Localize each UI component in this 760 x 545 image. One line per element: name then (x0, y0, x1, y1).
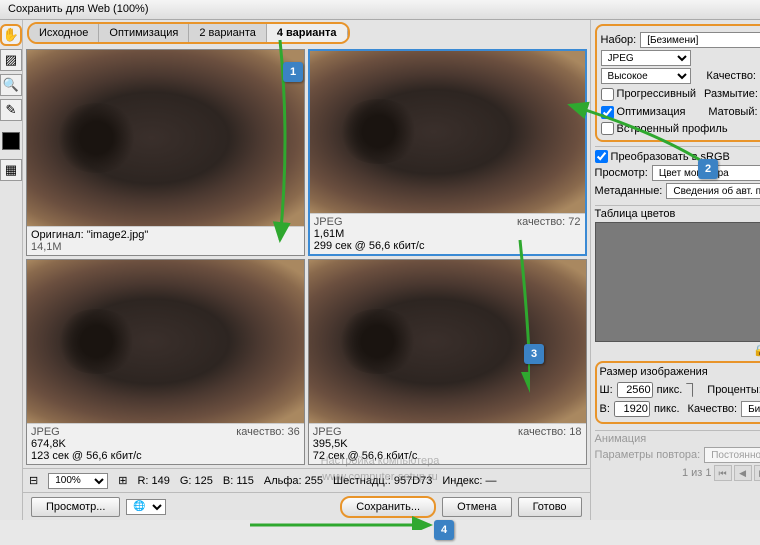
tab-4up[interactable]: 4 варианта (267, 24, 348, 42)
quality-mode-select[interactable]: Высокое (601, 68, 691, 84)
color-swatch[interactable] (2, 132, 20, 150)
lock-icon[interactable]: 🔒 (753, 344, 760, 357)
preview-label: Просмотр: (595, 167, 648, 179)
anim-title: Анимация (595, 433, 760, 445)
prev-frame-icon: ◀ (734, 465, 752, 481)
play-icon: ▶ (754, 465, 760, 481)
status-r: R: 149 (137, 475, 169, 487)
preview-button[interactable]: Просмотр... (31, 497, 120, 517)
width-field[interactable] (617, 382, 653, 398)
browser-select[interactable]: 🌐 (126, 499, 166, 515)
preview-cell-original[interactable]: Оригинал: "image2.jpg" 14,1M (26, 49, 305, 256)
first-frame-icon: ⏮ (714, 465, 732, 481)
loop-select: Постоянно (704, 447, 760, 463)
preview-cell-3[interactable]: JPEGкачество: 18 395,5K 72 сек @ 56,6 кб… (308, 259, 587, 466)
status-g: G: 125 (180, 475, 213, 487)
matte-label: Матовый: (708, 106, 757, 118)
preview-cell-1[interactable]: JPEGкачество: 72 1,61M 299 сек @ 56,6 кб… (308, 49, 587, 256)
titlebar: Сохранить для Web (100%) (0, 0, 760, 20)
preview-image (310, 51, 585, 213)
progressive-check[interactable] (601, 88, 614, 101)
zoom-out-icon[interactable]: ⊟ (29, 474, 38, 487)
loop-label: Параметры повтора: (595, 449, 701, 461)
status-index: Индекс: — (442, 475, 496, 487)
button-bar: Просмотр... 🌐 Сохранить... Отмена Готово (23, 492, 590, 520)
resample-label: Качество: (688, 403, 738, 415)
preview-label: Оригинал: "image2.jpg" 14,1M (27, 226, 304, 255)
window-title: Сохранить для Web (100%) (8, 3, 149, 15)
colortable-icons: 🔒 ◈ ◫ 🗑 (595, 344, 760, 357)
hand-tool-icon[interactable]: ✋ (0, 24, 22, 46)
status-alpha: Альфа: 255 (264, 475, 323, 487)
format-select[interactable]: JPEG (601, 50, 691, 66)
zoom-in-icon[interactable]: ⊞ (118, 474, 127, 487)
preview-image (309, 260, 586, 424)
preset-label: Набор: (601, 34, 637, 46)
width-label: Ш: (600, 384, 613, 396)
optimize-check[interactable] (601, 106, 614, 119)
done-button[interactable]: Готово (518, 497, 582, 517)
preview-label: JPEGкачество: 72 1,61M 299 сек @ 56,6 кб… (310, 213, 585, 254)
link-icon[interactable]: ⏋ (686, 380, 699, 399)
callout-4: 4 (434, 520, 454, 540)
settings-panel: Набор: [Безимени] ▾≡ JPEG Высокое Качест… (590, 20, 760, 520)
preview-label: JPEGкачество: 36 674,8K 123 сек @ 56,6 к… (27, 423, 304, 464)
blur-label: Размытие: (704, 88, 758, 100)
callout-1: 1 (283, 62, 303, 82)
toggle-slices-icon[interactable]: ▦ (0, 159, 22, 181)
status-b: B: 115 (223, 475, 254, 487)
watermark: Настройка компьютера www.computer-setup.… (321, 453, 440, 485)
metadata-label: Метаданные: (595, 185, 663, 197)
height-label: В: (600, 403, 610, 415)
preset-select[interactable]: [Безимени] (640, 32, 760, 48)
size-title: Размер изображения (600, 366, 760, 378)
eyedropper-tool-icon[interactable]: ✎ (0, 99, 22, 121)
frame-count: 1 из 1 (682, 467, 712, 479)
preview-grid: Оригинал: "image2.jpg" 14,1M JPEGкачеств… (23, 46, 590, 468)
colortable-title: Таблица цветов (595, 208, 760, 220)
callout-3: 3 (524, 344, 544, 364)
quality-label: Качество: (706, 70, 756, 82)
callout-2: 2 (698, 159, 718, 179)
srgb-check[interactable] (595, 150, 608, 163)
resample-select[interactable]: Бикубическая (741, 401, 760, 417)
preview-image (27, 50, 304, 226)
tool-column: ✋ ▨ 🔍 ✎ ▦ (0, 20, 23, 520)
status-footer: ⊟ 100% ⊞ R: 149 G: 125 B: 115 Альфа: 255… (23, 468, 590, 492)
cancel-button[interactable]: Отмена (442, 497, 511, 517)
save-button[interactable]: Сохранить... (340, 496, 436, 518)
zoom-tool-icon[interactable]: 🔍 (0, 74, 22, 96)
color-table[interactable] (595, 222, 760, 342)
height-field[interactable] (614, 401, 650, 417)
preview-cell-2[interactable]: JPEGкачество: 36 674,8K 123 сек @ 56,6 к… (26, 259, 305, 466)
percent-label: Проценты: (707, 384, 760, 396)
metadata-select[interactable]: Сведения об авт. правах и контакты (666, 183, 760, 199)
zoom-select[interactable]: 100% (48, 473, 108, 489)
preview-image (27, 260, 304, 424)
format-group: Набор: [Безимени] ▾≡ JPEG Высокое Качест… (595, 24, 760, 142)
image-size-group: Размер изображения Ш: пикс. ⏋ Проценты: … (595, 361, 760, 424)
view-tabs: Исходное Оптимизация 2 варианта 4 вариан… (27, 22, 350, 44)
embed-profile-check[interactable] (601, 122, 614, 135)
slice-tool-icon[interactable]: ▨ (0, 49, 22, 71)
tab-2up[interactable]: 2 варианта (189, 24, 267, 42)
tab-optimized[interactable]: Оптимизация (99, 24, 189, 42)
tab-original[interactable]: Исходное (29, 24, 99, 42)
